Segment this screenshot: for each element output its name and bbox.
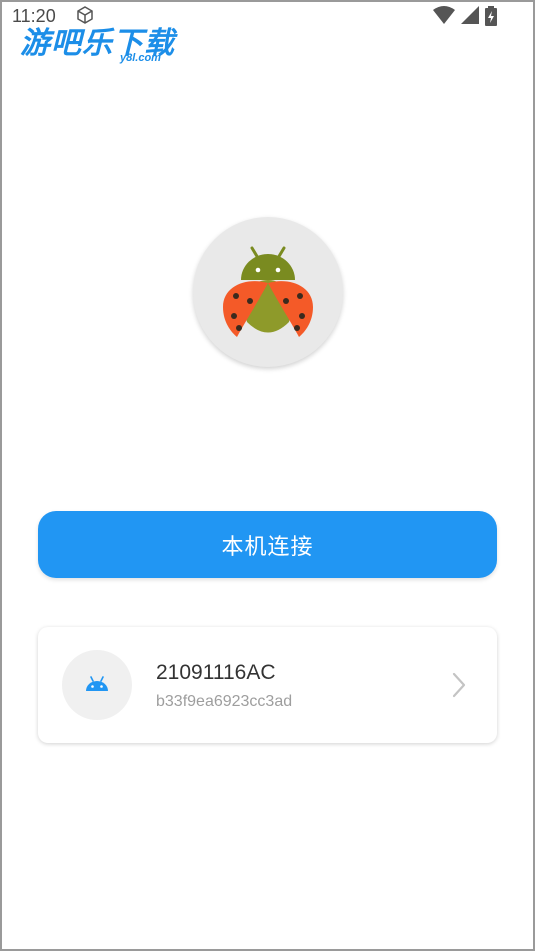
device-list-item[interactable]: 21091116AC b33f9ea6923cc3ad (38, 627, 497, 743)
app-logo (193, 217, 343, 367)
wifi-icon (433, 6, 455, 24)
watermark-domain: y8l.com (120, 52, 161, 64)
device-avatar (62, 650, 132, 720)
device-name: 21091116AC (156, 661, 276, 684)
local-connect-button[interactable]: 本机连接 (38, 511, 497, 578)
android-icon (86, 676, 108, 691)
screen-frame (0, 0, 535, 951)
ladybug-android-icon (223, 246, 313, 337)
battery-icon (485, 6, 497, 26)
watermark-logo: 游吧乐下载 y8l.com (16, 18, 186, 66)
chevron-right-icon (452, 672, 466, 698)
signal-icon (461, 6, 479, 24)
device-serial: b33f9ea6923cc3ad (156, 693, 293, 710)
